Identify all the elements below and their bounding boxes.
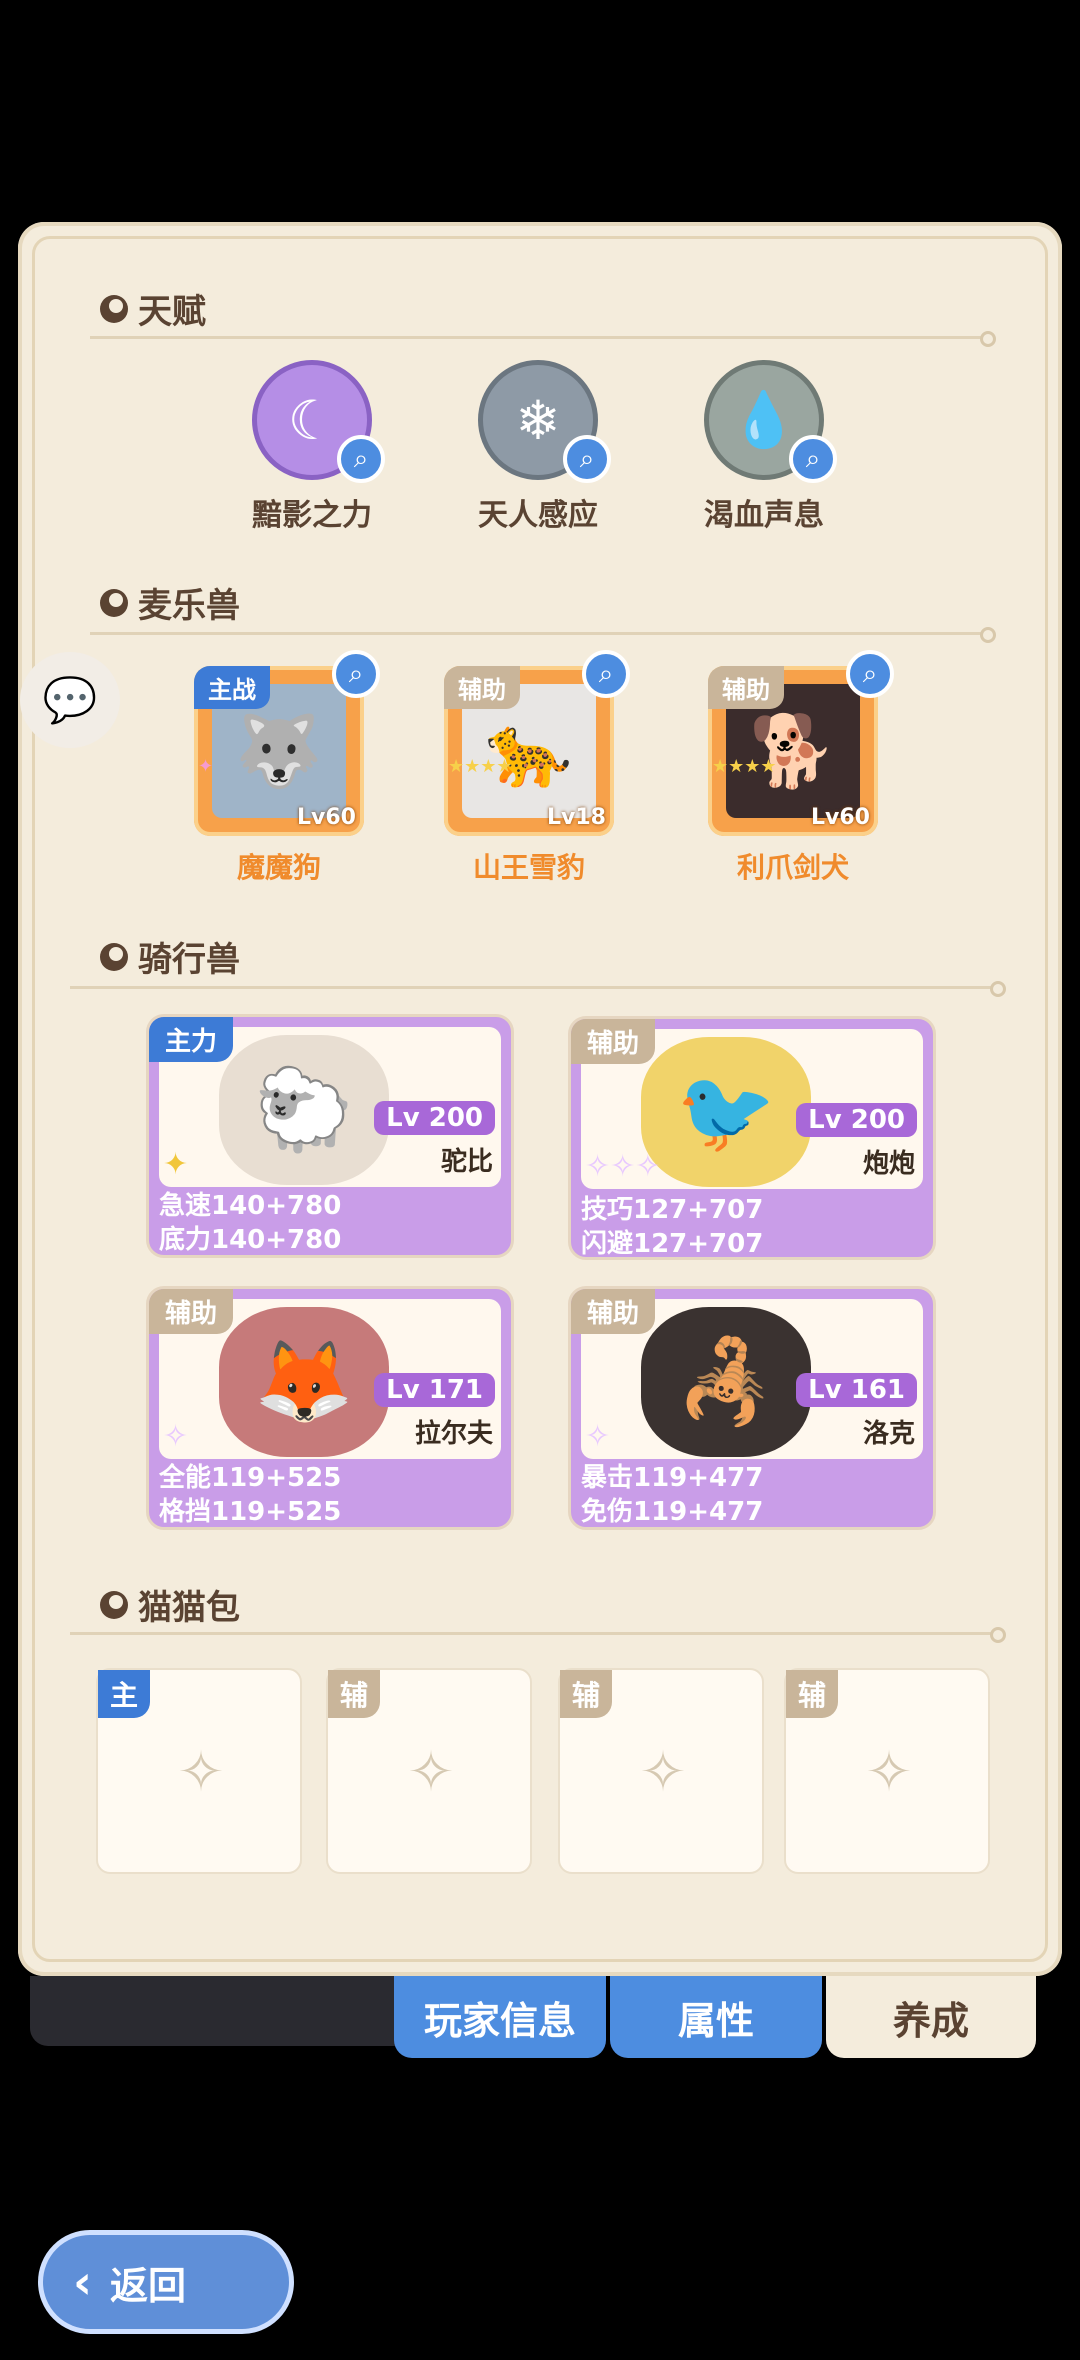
pet-name: 山王雪豹 [472,851,585,884]
search-icon[interactable]: ⌕ [846,650,894,698]
section-talent-title: 天赋 [100,284,206,333]
empty-slot-icon: ✧ [177,1740,225,1805]
mount-portrait: 🦂 [641,1307,811,1457]
back-button[interactable]: ‹ 返回 [38,2230,294,2334]
mount-card[interactable]: 🐦 辅助 Lv 200 炮炮 ✧✧✧ 技巧127+707 闪避127+707 [568,1016,936,1260]
mount-stat: 急速140+780 [159,1191,342,1221]
mount-role-tag: 辅助 [149,1289,234,1334]
pet-portrait-frame: 🐆 辅助 ★★★★ Lv18 [444,666,614,836]
catbag-slot[interactable]: 辅 ✧ [558,1668,764,1874]
empty-slot-icon: ✧ [639,1740,687,1805]
mount-stat: 格挡119+525 [159,1497,342,1527]
pet-portrait-frame: 🐕 辅助 ★★★★ Lv60 [708,666,878,836]
empty-slot-icon: ✧ [407,1740,455,1805]
divider [70,981,1006,997]
pet-role-tag: 辅助 [708,666,784,709]
search-icon[interactable]: ⌕ [332,650,380,698]
pet-stars: ★★★★ [448,756,513,777]
drop-icon: 💧 ⌕ [704,360,837,483]
mount-stat: 免伤119+477 [581,1497,764,1527]
mount-level: Lv 200 [796,1103,917,1137]
mount-stat: 全能119+525 [159,1463,342,1493]
section-bullet-icon [100,1590,128,1619]
pet-level: Lv18 [547,805,606,830]
mount-role-tag: 辅助 [571,1019,656,1064]
slot-role-tag: 主 [98,1670,151,1718]
slot-role-tag: 辅 [328,1670,381,1718]
mount-portrait: 🦊 [219,1307,389,1457]
back-arrow-icon: ‹ [73,2255,92,2309]
section-bullet-icon [100,294,128,323]
search-icon[interactable]: ⌕ [789,435,837,483]
snowflake-icon: ❄ ⌕ [478,360,611,483]
mount-portrait: 🐦 [641,1037,811,1187]
chat-bubble-icon[interactable]: 💬 [20,652,120,748]
pet-portrait-frame: 🐺 主战 ✦ Lv60 [194,666,364,836]
pet-level: Lv60 [297,805,356,830]
mount-card[interactable]: 🦊 辅助 Lv 171 拉尔夫 ✧ 全能119+525 格挡119+525 [146,1286,514,1530]
pet-stars: ✦ [198,756,214,777]
section-mounts-title: 骑行兽 [100,932,240,981]
pet-name: 利爪剑犬 [736,851,849,884]
moon-star-icon: ☾ ⌕ [252,360,385,483]
pet-role-tag: 辅助 [444,666,520,709]
mount-stars: ✧ [585,1419,611,1454]
tab-bar-base [30,1976,396,2046]
mount-card[interactable]: 🦂 辅助 Lv 161 洛克 ✧ 暴击119+477 免伤119+477 [568,1286,936,1530]
talent-item[interactable]: 💧 ⌕ 渴血声息 [664,360,864,534]
catbag-slot[interactable]: 主 ✧ [96,1668,302,1874]
back-label: 返回 [109,2263,186,2308]
talent-item[interactable]: ☾ ⌕ 黯影之力 [212,360,412,534]
mount-name: 炮炮 [862,1149,915,1179]
mount-level: Lv 171 [374,1373,495,1407]
mount-portrait: 🐑 [219,1035,389,1185]
mount-stat: 底力140+780 [159,1225,342,1255]
mount-stars: ✦ [163,1147,189,1182]
search-icon[interactable]: ⌕ [337,435,385,483]
catbag-slot[interactable]: 辅 ✧ [784,1668,990,1874]
mount-stars: ✧✧✧ [585,1149,661,1184]
divider [90,331,996,347]
pet-card[interactable]: 🐺 主战 ✦ Lv60 ⌕ 魔魔狗 [194,650,380,886]
tab-bar: 玩家信息 属性 养成 [394,1976,1036,2058]
section-catbag-title: 猫猫包 [100,1580,240,1629]
mount-role-tag: 主力 [149,1017,234,1062]
mount-stat: 暴击119+477 [581,1463,764,1493]
talent-item[interactable]: ❄ ⌕ 天人感应 [438,360,638,534]
divider [70,1627,1006,1643]
pet-level: Lv60 [811,805,870,830]
mount-card[interactable]: 🐑 主力 Lv 200 驼比 ✦ 急速140+780 底力140+780 [146,1014,514,1258]
pet-name: 魔魔狗 [236,851,321,884]
pet-role-tag: 主战 [194,666,270,709]
mount-role-tag: 辅助 [571,1289,656,1334]
mount-stat: 闪避127+707 [581,1229,764,1259]
mount-stars: ✧ [163,1419,189,1454]
pet-stars: ★★★★ [712,756,777,777]
section-pets-title: 麦乐兽 [100,578,240,627]
tab-attributes[interactable]: 属性 [610,1976,822,2058]
catbag-slot[interactable]: 辅 ✧ [326,1668,532,1874]
tab-develop[interactable]: 养成 [826,1976,1036,2058]
mount-name: 拉尔夫 [414,1419,493,1449]
tab-player-info[interactable]: 玩家信息 [394,1976,606,2058]
mount-level: Lv 200 [374,1101,495,1135]
slot-role-tag: 辅 [786,1670,839,1718]
mount-stat: 技巧127+707 [581,1195,764,1225]
section-bullet-icon [100,942,128,971]
mount-name: 洛克 [862,1419,915,1449]
mount-name: 驼比 [440,1147,493,1177]
pet-card[interactable]: 🐆 辅助 ★★★★ Lv18 ⌕ 山王雪豹 [444,650,630,886]
pet-card[interactable]: 🐕 辅助 ★★★★ Lv60 ⌕ 利爪剑犬 [708,650,894,886]
search-icon[interactable]: ⌕ [582,650,630,698]
mount-level: Lv 161 [796,1373,917,1407]
section-bullet-icon [100,588,128,617]
divider [90,627,996,643]
search-icon[interactable]: ⌕ [563,435,611,483]
empty-slot-icon: ✧ [865,1740,913,1805]
slot-role-tag: 辅 [560,1670,613,1718]
